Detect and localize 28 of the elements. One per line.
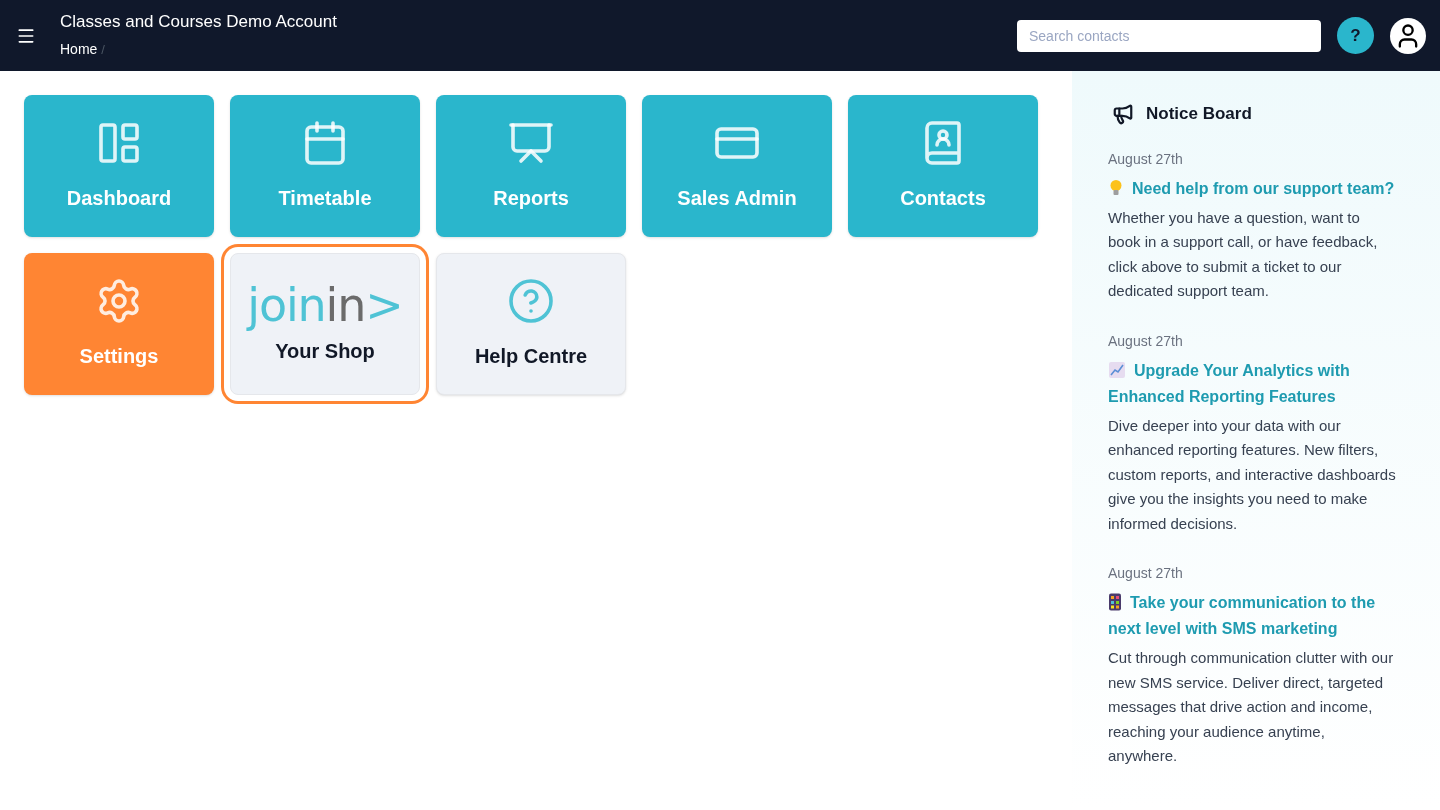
account-title: Classes and Courses Demo Account (60, 11, 337, 33)
breadcrumb-separator: / (101, 40, 105, 59)
avatar[interactable] (1390, 17, 1426, 54)
tile-button[interactable]: Contacts (848, 95, 1038, 237)
breadcrumb-link[interactable]: Home (60, 39, 98, 60)
tile-button[interactable]: Settings (24, 253, 214, 395)
tile-button[interactable]: Sales Admin (642, 95, 832, 237)
search-field[interactable]: Search contacts (1017, 19, 1321, 52)
notice-text: Dive deeper into your data with our enhanced reporting features. New filters, custom reports, and interactive dashboards give you the insights you need to make informed decisions. (1108, 415, 1397, 534)
chart-icon (1108, 360, 1126, 379)
notice-date: August 27th (1108, 331, 1184, 351)
megaphone-icon (1112, 102, 1134, 125)
help-icon (507, 277, 555, 325)
notice-link[interactable]: Take your communication to the next level with SMS marketing (1108, 590, 1404, 642)
tile-button[interactable]: Reports (436, 95, 626, 237)
phone-icon (1108, 593, 1122, 611)
notice-link[interactable]: Need help from our support team? (1108, 175, 1404, 202)
lightbulb-icon (1108, 178, 1124, 197)
notice-board-title: Notice Board (1146, 103, 1252, 125)
notice-date: August 27th (1108, 564, 1184, 583)
tile-button[interactable]: Timetable (230, 95, 420, 237)
notice-link[interactable]: Upgrade Your Analytics with Enhanced Reporting Features (1108, 357, 1404, 410)
notice-text: Cut through communication clutter with our new SMS service. Deliver direct, targeted messages that drive action and income, reaching your audience anytime, anywhere. (1108, 648, 1395, 766)
notice-date: August 27th (1108, 149, 1184, 169)
tile-button[interactable]: Help Centre (436, 253, 626, 395)
tile-button[interactable]: Dashboard (24, 95, 214, 237)
notice-text: Whether you have a question, want to book in a support call, or have feedback, click above to submit a ticket to our dedicated support team. (1108, 207, 1379, 301)
help-button[interactable]: ? (1337, 17, 1374, 54)
